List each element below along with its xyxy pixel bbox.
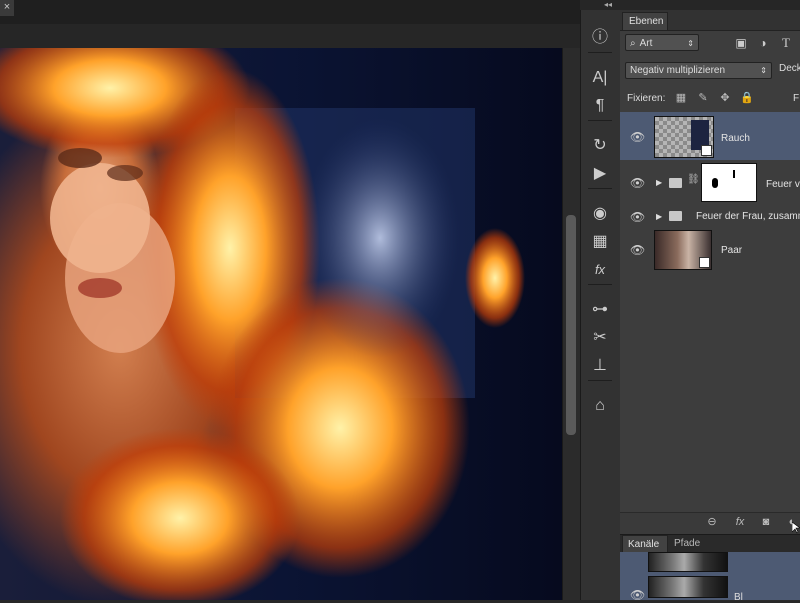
expand-triangle-icon[interactable]: ▶ [656,178,662,187]
smart-object-badge-icon [699,257,710,268]
eye-icon[interactable]: 👁 [630,243,646,257]
layer-row-paar[interactable]: 👁 Paar [620,228,800,271]
mask-shape [712,178,718,188]
adjustments-icon[interactable]: ⊶ [586,296,614,324]
filter-kind-label: Art [639,38,653,49]
channel-thumbnail [648,576,728,598]
tool-separator [588,188,612,189]
tool-separator [588,120,612,121]
lock-transparency-icon[interactable]: ▦ [674,91,688,105]
history-icon[interactable]: ↻ [586,132,614,160]
layer-thumbnail [654,230,712,270]
tab-layers[interactable]: Ebenen [622,12,668,30]
expand-triangle-icon[interactable]: ▶ [656,212,662,221]
layers-list-empty-area [620,270,800,512]
adjustment-filter-icon[interactable]: ◑ [755,35,771,51]
layer-filter-select[interactable]: ⌕ Art ⇕ [625,34,699,51]
styles-fx-icon[interactable]: fx [586,256,614,284]
tool-separator [588,52,612,53]
layer-name: Rauch [721,133,750,144]
image-filter-icon[interactable]: ▣ [733,35,749,51]
channel-row[interactable]: 👁 Bl [620,576,800,603]
color-palette-icon[interactable]: ◉ [586,200,614,228]
mask-thumbnail[interactable] [701,163,757,202]
lock-label: Fixieren: [627,93,666,104]
tool-separator [588,284,612,285]
eye-icon[interactable]: 👁 [630,176,646,190]
blend-mode-value: Negativ multiplizieren [630,65,726,76]
channel-row[interactable] [620,552,800,577]
layer-row-feuer-der-frau[interactable]: 👁 ▶ Feuer der Frau, zusamm [620,204,800,229]
3d-icon[interactable]: ⌂ [586,392,614,420]
blend-mode-select[interactable]: Negativ multiplizieren ⇕ [625,62,772,79]
clone-source-icon[interactable]: ⊥ [586,352,614,380]
paragraph-icon[interactable]: ¶ [586,92,614,120]
layer-name: Feuer v [766,179,800,190]
tab-paths[interactable]: Pfade [670,535,710,552]
opacity-label: Deck [779,63,800,74]
chain-link-icon[interactable]: ⛓ [687,174,700,185]
updown-arrows-icon: ⇕ [687,39,694,48]
tool-presets-icon[interactable]: ✂ [586,324,614,352]
tool-separator [588,380,612,381]
eye-icon[interactable]: 👁 [630,130,646,144]
search-icon: ⌕ [630,38,636,49]
panel-header-strip [620,0,800,10]
mouse-cursor-icon [792,522,800,534]
link-icon[interactable]: ⊖ [703,514,721,530]
updown-arrows-icon: ⇕ [760,66,767,75]
channel-name: Bl [734,592,743,603]
swatches-grid-icon[interactable]: ▦ [586,228,614,256]
actions-play-icon[interactable]: ▶ [586,160,614,188]
mask-icon[interactable]: ◙ [757,514,775,530]
folder-icon [669,211,682,221]
lock-position-icon[interactable]: ✥ [718,91,732,105]
options-bar [0,24,580,48]
layer-name: Paar [721,245,743,256]
layer-name: Feuer der Frau, zusamm [696,211,800,222]
folder-icon [669,178,682,188]
eye-icon[interactable]: 👁 [630,210,646,224]
character-icon[interactable]: A| [586,64,614,92]
channel-thumbnail [648,552,728,572]
layer-row-rauch[interactable]: 👁 Rauch [620,112,800,161]
document-tab-bar [0,0,580,25]
fx-icon[interactable]: fx [731,514,749,530]
lock-all-icon[interactable]: 🔒 [740,91,754,105]
scrollbar-thumb[interactable] [566,215,576,435]
close-document-button[interactable]: × [0,0,14,16]
eye-icon[interactable]: 👁 [630,588,646,602]
collapse-panels-icon[interactable]: ◂◂ [604,0,620,10]
info-icon[interactable]: ⓘ [586,24,614,52]
fill-label: F [793,93,800,104]
layer-thumbnail [654,116,714,158]
type-filter-icon[interactable]: T [778,35,794,51]
layer-row-feuer-v[interactable]: 👁 ▶ ⛓ Feuer v [620,160,800,205]
tab-channels[interactable]: Kanäle [622,535,668,552]
image-canvas[interactable] [0,48,562,600]
lock-brush-icon[interactable]: ✎ [696,91,710,105]
canvas-artwork [0,48,525,600]
mask-shape [733,170,735,178]
smart-object-badge-icon [701,145,712,156]
